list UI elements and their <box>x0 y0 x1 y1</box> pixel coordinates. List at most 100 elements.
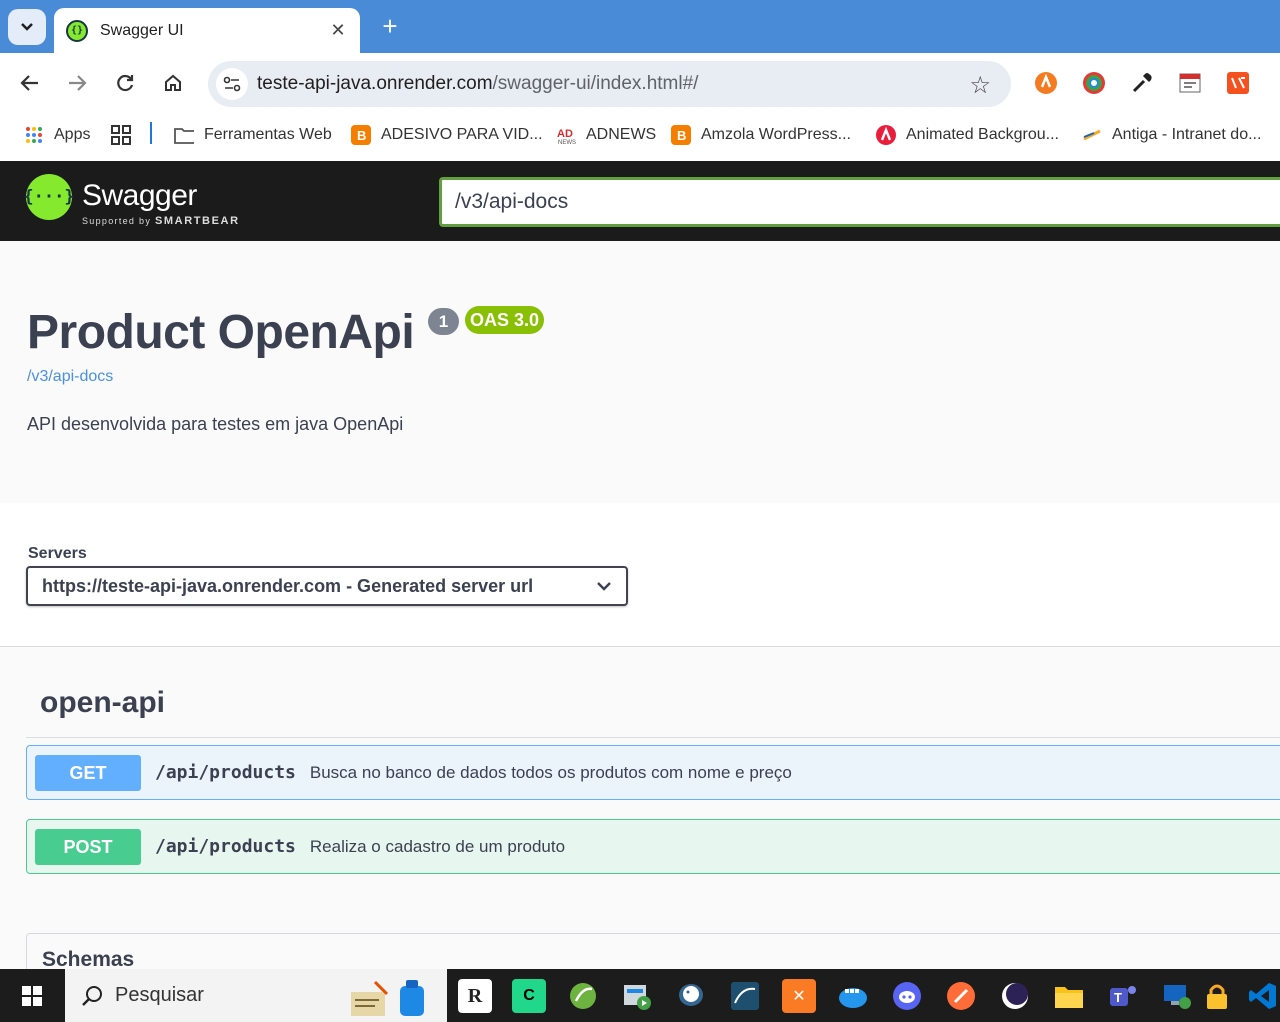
bookmarks-bar: Apps Ferramentas Web B ADESIVO PARA VID.… <box>0 113 1280 161</box>
arrow-right-icon <box>69 75 87 91</box>
apps-grid-icon <box>24 125 44 145</box>
bookmark-label: Animated Backgrou... <box>906 126 1059 143</box>
spring-icon[interactable] <box>566 979 600 1013</box>
remote-desktop-icon[interactable] <box>1160 979 1194 1013</box>
browser-tab-swagger[interactable]: {} Swagger UI ✕ <box>54 8 360 53</box>
windows-start-button[interactable] <box>0 969 64 1022</box>
bookmark-amzola[interactable]: B Amzola WordPress... <box>671 123 851 147</box>
toolbox-extension-icon[interactable] <box>1223 68 1253 98</box>
api-docs-link[interactable]: /v3/api-docs <box>27 368 113 386</box>
version-badge: 1 <box>428 308 459 335</box>
intranet-icon <box>1082 125 1102 145</box>
postman-icon[interactable] <box>944 979 978 1013</box>
search-placeholder: Pesquisar <box>115 984 204 1006</box>
color-picker-extension-icon[interactable] <box>1079 68 1109 98</box>
logo-sub-prefix: Supported by <box>82 216 152 226</box>
api-title: Product OpenApi <box>27 306 415 359</box>
animated-bg-icon <box>876 125 896 145</box>
adnews-icon: AD NEWS <box>556 125 576 145</box>
close-tab-icon[interactable]: ✕ <box>328 20 348 41</box>
reload-button[interactable] <box>109 67 141 99</box>
reload-icon <box>117 74 134 92</box>
operation-get-products[interactable]: GET /api/products Busca no banco de dado… <box>26 745 1280 800</box>
method-badge: POST <box>35 828 141 865</box>
bookmark-label: ADESIVO PARA VID... <box>381 126 543 143</box>
address-bar[interactable]: teste-api-java.onrender.com/swagger-ui/i… <box>208 61 1011 107</box>
bookmark-folder-ferramentas[interactable]: Ferramentas Web <box>174 123 332 147</box>
swagger-favicon-icon: {} <box>66 19 88 42</box>
eclipse-icon[interactable] <box>998 979 1032 1013</box>
mysql-workbench-icon[interactable] <box>728 979 762 1013</box>
url-text: teste-api-java.onrender.com/swagger-ui/i… <box>257 73 698 95</box>
folder-icon <box>174 125 194 145</box>
bookmark-label: Ferramentas Web <box>204 126 332 143</box>
bookmark-intranet[interactable]: Antiga - Intranet do... <box>1082 123 1261 147</box>
file-explorer-icon[interactable] <box>1052 979 1086 1013</box>
lock-icon[interactable] <box>1200 979 1234 1013</box>
svg-text:AD: AD <box>557 128 573 140</box>
media-icon[interactable] <box>620 979 654 1013</box>
svg-text:T: T <box>1114 990 1122 1005</box>
oas-version-badge: OAS 3.0 <box>465 306 545 334</box>
operation-summary: Realiza o cadastro de um produto <box>309 836 566 856</box>
rstudio-icon[interactable]: R <box>458 979 492 1013</box>
swagger-logo-icon[interactable]: {···} <box>23 174 75 220</box>
home-icon <box>165 74 181 91</box>
site-info-icon[interactable] <box>216 68 248 100</box>
bookmark-adesivo[interactable]: B ADESIVO PARA VID... <box>351 123 543 147</box>
servers-label: Servers <box>28 545 87 562</box>
url-domain: teste-api-java.onrender.com <box>257 73 493 94</box>
svg-text:NEWS: NEWS <box>558 140 576 145</box>
eyedropper-extension-icon[interactable] <box>1127 68 1157 98</box>
pycharm-icon[interactable]: C <box>512 979 546 1013</box>
swagger-topbar: {···} Swagger Supported by SMARTBEAR <box>0 161 1280 241</box>
tag-section-title[interactable]: open-api <box>40 686 165 720</box>
svg-text:B: B <box>357 128 366 143</box>
taskbar-search[interactable]: Pesquisar <box>65 969 447 1022</box>
bookmark-apps[interactable]: Apps <box>24 123 90 147</box>
star-icon[interactable]: ☆ <box>969 71 991 100</box>
new-tab-button[interactable]: + <box>376 12 404 40</box>
method-badge: GET <box>35 754 141 791</box>
blogger-icon: B <box>671 125 691 145</box>
browser-tab-bar: {} Swagger UI ✕ + <box>0 0 1280 53</box>
back-button[interactable] <box>14 67 46 99</box>
vscode-icon[interactable] <box>1246 979 1280 1013</box>
grid-icon <box>111 125 131 145</box>
windows-taskbar: Pesquisar R C ✕ T <box>0 969 1280 1022</box>
selected-server: https://teste-api-java.onrender.com - Ge… <box>42 575 534 596</box>
bookmark-adnews[interactable]: AD NEWS ADNEWS <box>556 123 656 147</box>
xampp-icon[interactable]: ✕ <box>782 979 816 1013</box>
browser-toolbar: teste-api-java.onrender.com/swagger-ui/i… <box>0 53 1280 113</box>
chevron-down-icon <box>21 23 33 31</box>
operation-path: /api/products <box>155 836 296 857</box>
tab-title: Swagger UI <box>100 21 184 39</box>
css-viewer-extension-icon[interactable] <box>1175 68 1205 98</box>
windows-logo-icon <box>22 985 42 1006</box>
postgres-icon[interactable] <box>674 979 708 1013</box>
arrow-left-icon <box>20 75 38 91</box>
operation-path: /api/products <box>155 762 296 783</box>
api-description: API desenvolvida para testes em java Ope… <box>27 414 404 434</box>
operation-post-products[interactable]: POST /api/products Realiza o cadastro de… <box>26 819 1280 874</box>
swagger-logo-subtitle: Supported by SMARTBEAR <box>82 215 240 227</box>
avast-extension-icon[interactable] <box>1031 68 1061 98</box>
bookmark-grid-shortcut[interactable] <box>111 123 141 147</box>
forward-button[interactable] <box>61 67 93 99</box>
swagger-logo-text: Swagger <box>82 179 197 212</box>
servers-select[interactable]: https://teste-api-java.onrender.com - Ge… <box>26 566 628 606</box>
teams-icon[interactable]: T <box>1106 979 1140 1013</box>
extensions-overflow-icon[interactable] <box>1270 68 1280 98</box>
chevron-down-icon <box>597 582 611 591</box>
docker-icon[interactable] <box>836 979 870 1013</box>
url-path: /swagger-ui/index.html#/ <box>492 73 699 94</box>
bookmark-label: ADNEWS <box>586 126 657 143</box>
tab-search-button[interactable] <box>8 9 46 45</box>
servers-section: Servers https://teste-api-java.onrender.… <box>0 503 1280 647</box>
svg-text:B: B <box>677 128 686 143</box>
home-button[interactable] <box>157 67 189 99</box>
discord-icon[interactable] <box>890 979 924 1013</box>
bookmark-animated-background[interactable]: Animated Backgrou... <box>876 123 1059 147</box>
operation-summary: Busca no banco de dados todos os produto… <box>309 762 792 782</box>
spec-url-input[interactable] <box>439 177 1280 227</box>
